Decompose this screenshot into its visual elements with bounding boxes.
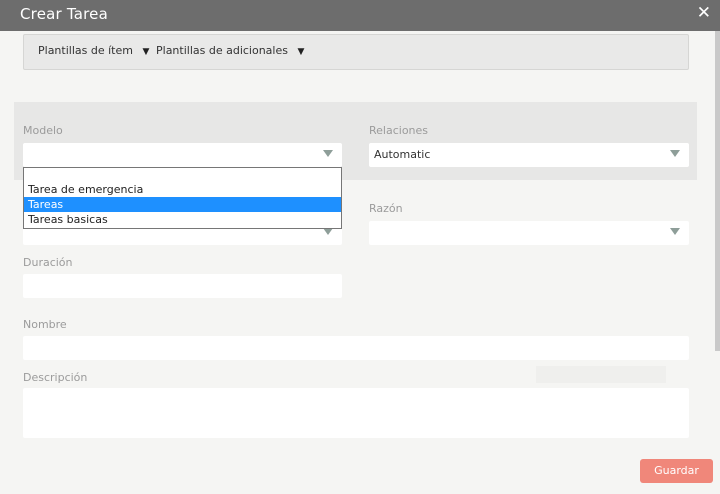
chevron-down-icon: [670, 228, 680, 235]
duracion-label: Duración: [23, 256, 73, 269]
templates-toolbar: Plantillas de ítem ▼ Plantillas de adici…: [23, 34, 689, 70]
razon-label: Razón: [369, 202, 403, 215]
modelo-label: Modelo: [23, 124, 63, 137]
razon-select[interactable]: [369, 221, 689, 245]
dropdown-option[interactable]: Tareas basicas: [24, 212, 341, 227]
descripcion-label: Descripción: [23, 371, 88, 384]
caret-down-icon: ▼: [142, 47, 150, 57]
nombre-label: Nombre: [23, 318, 67, 331]
chevron-down-icon: [323, 150, 333, 157]
descripcion-textarea[interactable]: [23, 388, 689, 438]
additional-templates-label: Plantillas de adicionales: [156, 44, 288, 57]
item-templates-label: Plantillas de ítem: [38, 44, 133, 57]
chevron-down-icon: [670, 150, 680, 157]
additional-templates-menu[interactable]: Plantillas de adicionales ▼: [156, 44, 304, 57]
dropdown-option-empty[interactable]: [24, 168, 341, 183]
dialog-titlebar: Crear Tarea ✕: [0, 0, 720, 31]
dialog-title: Crear Tarea: [20, 5, 108, 23]
relaciones-select[interactable]: Automatic: [369, 143, 689, 167]
toolbar-placeholder: [536, 366, 666, 383]
caret-down-icon: ▼: [297, 47, 305, 57]
scrollbar[interactable]: [715, 31, 720, 351]
dropdown-option[interactable]: Tarea de emergencia: [24, 182, 341, 197]
chevron-down-icon: [323, 228, 333, 235]
item-templates-menu[interactable]: Plantillas de ítem ▼: [38, 44, 149, 57]
save-button[interactable]: Guardar: [640, 459, 713, 483]
close-icon[interactable]: ✕: [697, 3, 711, 23]
relaciones-label: Relaciones: [369, 124, 429, 137]
duracion-input[interactable]: [23, 274, 342, 298]
dropdown-option-selected[interactable]: Tareas: [24, 197, 341, 212]
relaciones-value: Automatic: [374, 148, 431, 161]
nombre-input[interactable]: [23, 336, 689, 360]
modelo-dropdown-list: Tarea de emergencia Tareas Tareas basica…: [23, 167, 342, 229]
modelo-select[interactable]: [23, 143, 342, 167]
